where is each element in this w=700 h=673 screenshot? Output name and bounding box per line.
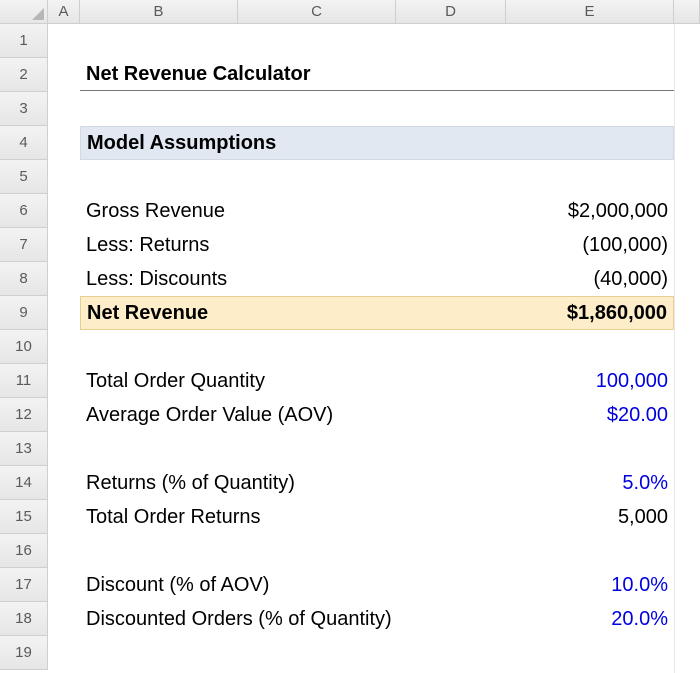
col-header-E[interactable]: E bbox=[506, 0, 674, 24]
row-header[interactable]: 15 bbox=[0, 500, 48, 534]
cell-label: Discounted Orders (% of Quantity) bbox=[80, 608, 506, 631]
cell-value: 5.0% bbox=[506, 472, 674, 495]
col-header-D[interactable]: D bbox=[396, 0, 506, 24]
row-header-col: 1 2 3 4 5 6 7 8 9 10 11 12 13 14 15 16 1… bbox=[0, 24, 48, 673]
row-header[interactable]: 2 bbox=[0, 58, 48, 92]
row-header[interactable]: 14 bbox=[0, 466, 48, 500]
row-header[interactable]: 19 bbox=[0, 636, 48, 670]
row-header[interactable]: 16 bbox=[0, 534, 48, 568]
cell-label: Returns (% of Quantity) bbox=[80, 472, 506, 495]
cell-value: 5,000 bbox=[506, 506, 674, 529]
cell-value: $20.00 bbox=[506, 404, 674, 427]
cell-label: Gross Revenue bbox=[80, 200, 506, 223]
row-header[interactable]: 8 bbox=[0, 262, 48, 296]
row-header[interactable]: 18 bbox=[0, 602, 48, 636]
row-header[interactable]: 4 bbox=[0, 126, 48, 160]
page-title: Net Revenue Calculator bbox=[80, 63, 674, 86]
row-net-revenue[interactable]: Net Revenue $1,860,000 bbox=[80, 296, 674, 330]
cell-value: (100,000) bbox=[506, 234, 674, 257]
row-returns-pct[interactable]: Returns (% of Quantity) 5.0% bbox=[80, 466, 674, 500]
row-header[interactable]: 11 bbox=[0, 364, 48, 398]
cell-label: Total Order Quantity bbox=[80, 370, 506, 393]
row-header[interactable]: 5 bbox=[0, 160, 48, 194]
row-less-discounts[interactable]: Less: Discounts (40,000) bbox=[80, 262, 674, 296]
cell-value: $2,000,000 bbox=[506, 200, 674, 223]
row-less-returns[interactable]: Less: Returns (100,000) bbox=[80, 228, 674, 262]
row-gross-revenue[interactable]: Gross Revenue $2,000,000 bbox=[80, 194, 674, 228]
row-header[interactable]: 17 bbox=[0, 568, 48, 602]
spreadsheet: A B C D E 1 2 3 4 5 6 7 8 9 10 11 12 13 … bbox=[0, 0, 700, 673]
row-header[interactable]: 13 bbox=[0, 432, 48, 466]
col-header-B[interactable]: B bbox=[80, 0, 238, 24]
cell-label: Total Order Returns bbox=[80, 506, 506, 529]
row-discounted-orders-pct[interactable]: Discounted Orders (% of Quantity) 20.0% bbox=[80, 602, 674, 636]
cell-label: Less: Returns bbox=[80, 234, 506, 257]
row-aov[interactable]: Average Order Value (AOV) $20.00 bbox=[80, 398, 674, 432]
row-total-order-returns[interactable]: Total Order Returns 5,000 bbox=[80, 500, 674, 534]
section-header-label: Model Assumptions bbox=[81, 132, 673, 155]
row-header[interactable]: 1 bbox=[0, 24, 48, 58]
row-header[interactable]: 12 bbox=[0, 398, 48, 432]
row-total-order-qty[interactable]: Total Order Quantity 100,000 bbox=[80, 364, 674, 398]
row-header[interactable]: 6 bbox=[0, 194, 48, 228]
row-header[interactable]: 3 bbox=[0, 92, 48, 126]
col-header-C[interactable]: C bbox=[238, 0, 396, 24]
cell-value: 20.0% bbox=[506, 608, 674, 631]
row-discount-pct[interactable]: Discount (% of AOV) 10.0% bbox=[80, 568, 674, 602]
section-header[interactable]: Model Assumptions bbox=[80, 126, 674, 160]
col-header-next[interactable] bbox=[674, 0, 700, 24]
cell-label: Discount (% of AOV) bbox=[80, 574, 506, 597]
select-all-corner[interactable] bbox=[0, 0, 48, 24]
cell-label: Net Revenue bbox=[81, 302, 505, 325]
row-header[interactable]: 10 bbox=[0, 330, 48, 364]
cell-label: Average Order Value (AOV) bbox=[80, 404, 506, 427]
cell-value: 10.0% bbox=[506, 574, 674, 597]
cell-value: $1,860,000 bbox=[505, 302, 673, 325]
title-row[interactable]: Net Revenue Calculator bbox=[80, 58, 674, 91]
gridline bbox=[674, 24, 675, 673]
cell-grid[interactable]: Net Revenue Calculator Model Assumptions… bbox=[48, 24, 700, 673]
cell-value: 100,000 bbox=[506, 370, 674, 393]
row-header[interactable]: 7 bbox=[0, 228, 48, 262]
col-header-A[interactable]: A bbox=[48, 0, 80, 24]
row-header[interactable]: 9 bbox=[0, 296, 48, 330]
cell-value: (40,000) bbox=[506, 268, 674, 291]
cell-label: Less: Discounts bbox=[80, 268, 506, 291]
column-header-row: A B C D E bbox=[0, 0, 700, 24]
